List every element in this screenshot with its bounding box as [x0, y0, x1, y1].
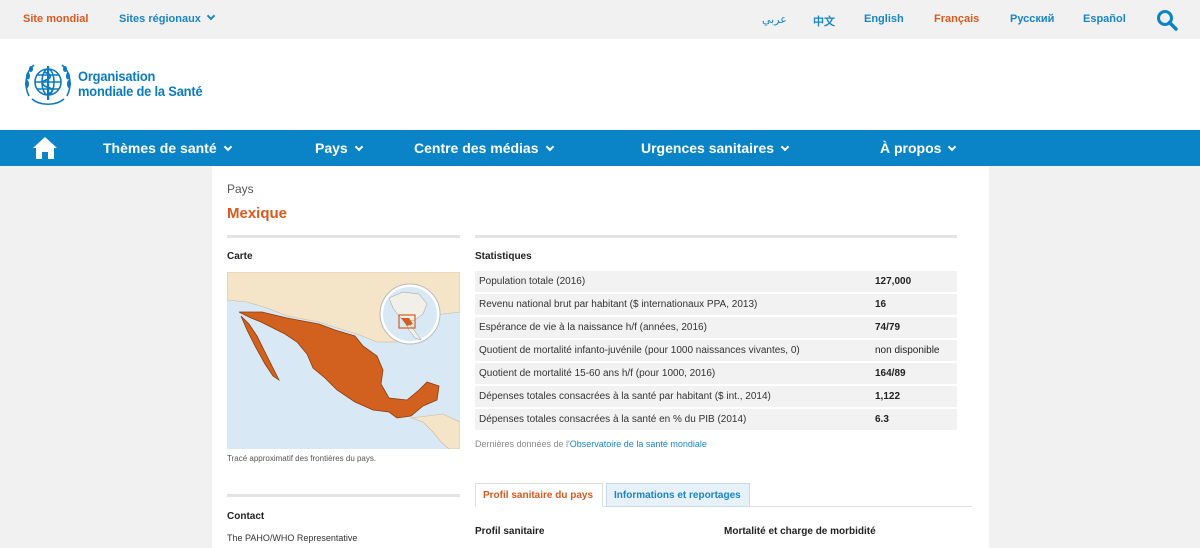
- stat-label: Population totale (2016): [479, 276, 586, 287]
- stat-label: Dépenses totales consacrées à la santé e…: [479, 414, 747, 425]
- breadcrumb[interactable]: Pays: [227, 182, 254, 196]
- country-map: [227, 272, 460, 449]
- stat-value: 74/79: [875, 322, 901, 333]
- source-prefix: Dernières données de l': [475, 439, 570, 449]
- regional-sites-label: Sites régionaux: [119, 13, 201, 25]
- nav-emergencies[interactable]: Urgences sanitaires: [641, 140, 790, 156]
- gho-link[interactable]: Observatoire de la santé mondiale: [570, 439, 707, 449]
- lang-chinese[interactable]: 中文: [813, 13, 835, 29]
- search-icon[interactable]: [1156, 9, 1178, 31]
- tab-country-profile[interactable]: Profil sanitaire du pays: [475, 483, 603, 507]
- lang-french[interactable]: Français: [934, 13, 979, 25]
- divider: [227, 235, 460, 238]
- top-bar: Site mondial Sites régionaux عربي 中文 Eng…: [0, 0, 1200, 39]
- who-logo-text[interactable]: Organisation mondiale de la Santé: [78, 68, 203, 99]
- lang-english[interactable]: English: [864, 13, 904, 25]
- stat-value: 127,000: [875, 276, 912, 287]
- map-heading: Carte: [227, 251, 253, 262]
- stat-value: 164/89: [875, 368, 906, 379]
- health-profile-heading: Profil sanitaire: [475, 526, 545, 537]
- table-row: Revenu national brut par habitant ($ int…: [475, 294, 957, 315]
- contact-heading: Contact: [227, 511, 265, 522]
- stat-value: non disponible: [875, 345, 940, 356]
- nav-countries[interactable]: Pays: [315, 140, 363, 156]
- chevron-down-icon: [206, 11, 216, 21]
- nav-countries-label: Pays: [315, 140, 348, 156]
- table-row: Quotient de mortalité 15-60 ans h/f (pou…: [475, 363, 957, 384]
- mortality-heading: Mortalité et charge de morbidité: [724, 526, 876, 537]
- stats-source: Dernières données de l'Observatoire de l…: [475, 439, 707, 449]
- lang-russian[interactable]: Русский: [1010, 13, 1054, 25]
- table-row: Quotient de mortalité infanto-juvénile (…: [475, 340, 957, 361]
- nav-media-centre[interactable]: Centre des médias: [414, 140, 554, 156]
- stat-label: Quotient de mortalité infanto-juvénile (…: [479, 345, 800, 356]
- stat-value: 16: [875, 299, 887, 310]
- divider: [227, 494, 460, 497]
- site-header: Organisation mondiale de la Santé: [0, 39, 1200, 130]
- nav-health-topics[interactable]: Thèmes de santé: [103, 140, 232, 156]
- table-row: Espérance de vie à la naissance h/f (ann…: [475, 317, 957, 338]
- chevron-down-icon: [545, 142, 554, 152]
- logo-line-1: Organisation: [78, 68, 156, 84]
- stats-table: Population totale (2016) 127,000 Revenu n…: [475, 271, 957, 432]
- logo-line-2: mondiale de la Santé: [78, 83, 203, 99]
- who-emblem-icon[interactable]: [22, 62, 74, 108]
- main-nav: Thèmes de santé Pays Centre des médias U…: [0, 130, 1200, 166]
- nav-about-label: À propos: [880, 140, 942, 156]
- contact-text: The PAHO/WHO Representative: [227, 533, 358, 543]
- stat-label: Dépenses totales consacrées à la santé p…: [479, 391, 771, 402]
- stats-heading: Statistiques: [475, 251, 532, 262]
- stat-value: 1,122: [875, 391, 901, 402]
- tab-bar: Profil sanitaire du pays Informations et…: [475, 483, 972, 507]
- lang-arabic[interactable]: عربي: [762, 13, 787, 26]
- nav-about[interactable]: À propos: [880, 140, 957, 156]
- stat-label: Espérance de vie à la naissance h/f (ann…: [479, 322, 707, 333]
- map-caption: Tracé approximatif des frontières du pay…: [227, 454, 377, 463]
- mexico-map-image: [227, 272, 460, 449]
- table-row: Dépenses totales consacrées à la santé p…: [475, 386, 957, 407]
- tab-news[interactable]: Informations et reportages: [606, 483, 750, 507]
- divider: [475, 235, 957, 238]
- global-site-link[interactable]: Site mondial: [23, 13, 88, 25]
- lang-spanish[interactable]: Español: [1083, 13, 1126, 25]
- globe-inset: [379, 283, 441, 345]
- table-row: Population totale (2016) 127,000: [475, 271, 957, 292]
- table-row: Dépenses totales consacrées à la santé e…: [475, 409, 957, 430]
- regional-sites-dropdown[interactable]: Sites régionaux: [119, 11, 216, 25]
- nav-media-centre-label: Centre des médias: [414, 140, 539, 156]
- stat-label: Quotient de mortalité 15-60 ans h/f (pou…: [479, 368, 716, 379]
- content-panel: Pays Mexique Carte Tracé approximatif de…: [212, 166, 989, 548]
- chevron-down-icon: [948, 142, 957, 152]
- nav-emergencies-label: Urgences sanitaires: [641, 140, 775, 156]
- page-title: Mexique: [227, 205, 288, 222]
- stat-value: 6.3: [875, 414, 889, 425]
- chevron-down-icon: [354, 142, 363, 152]
- chevron-down-icon: [223, 142, 232, 152]
- nav-health-topics-label: Thèmes de santé: [103, 140, 217, 156]
- chevron-down-icon: [780, 142, 790, 152]
- stat-label: Revenu national brut par habitant ($ int…: [479, 299, 758, 310]
- home-icon[interactable]: [32, 136, 58, 160]
